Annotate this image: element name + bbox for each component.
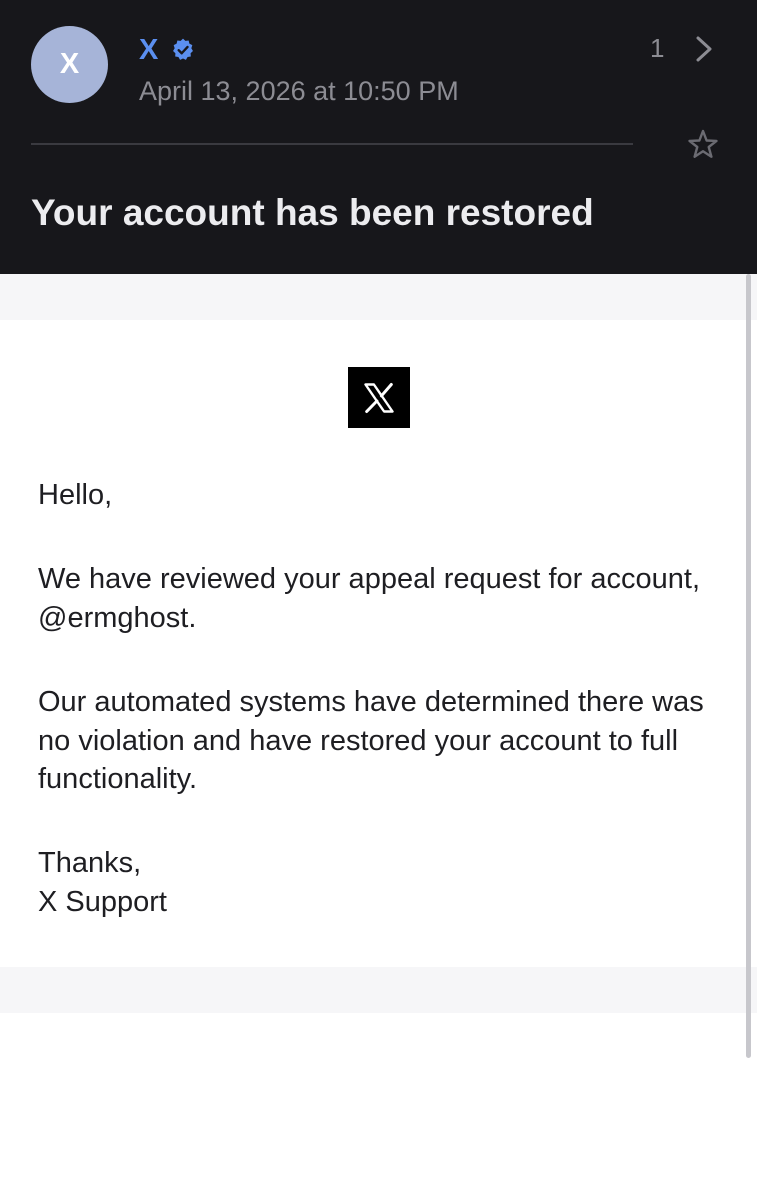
verified-badge-icon — [173, 38, 194, 60]
email-timestamp: April 13, 2026 at 10:50 PM — [139, 76, 459, 106]
top-spacer-band — [0, 274, 757, 320]
star-icon[interactable] — [686, 128, 720, 162]
bottom-spacer-band — [0, 967, 757, 1013]
signoff-text: Thanks, — [38, 847, 142, 879]
greeting-text: Hello, — [38, 479, 113, 511]
sender-avatar[interactable]: X — [31, 26, 108, 103]
sender-row: X — [139, 30, 196, 70]
message-count: 1 — [650, 33, 665, 63]
scrollbar[interactable] — [746, 274, 751, 1058]
email-subject: Your account has been restored — [31, 192, 594, 233]
email-view: X X April 13, 2026 at 10:50 PM 1 Your ac… — [0, 0, 757, 1199]
signature-text: X Support — [38, 886, 167, 918]
x-logo — [348, 367, 410, 428]
email-header: X X April 13, 2026 at 10:50 PM 1 Your ac… — [0, 0, 757, 274]
paragraph-restored: Our automated systems have determined th… — [38, 686, 704, 795]
chevron-right-icon[interactable] — [690, 33, 718, 65]
x-logo-icon — [364, 382, 394, 413]
sender-name[interactable]: X — [139, 34, 158, 67]
avatar-letter: X — [59, 48, 80, 80]
header-divider — [31, 143, 633, 145]
paragraph-appeal: We have reviewed your appeal request for… — [38, 563, 701, 634]
